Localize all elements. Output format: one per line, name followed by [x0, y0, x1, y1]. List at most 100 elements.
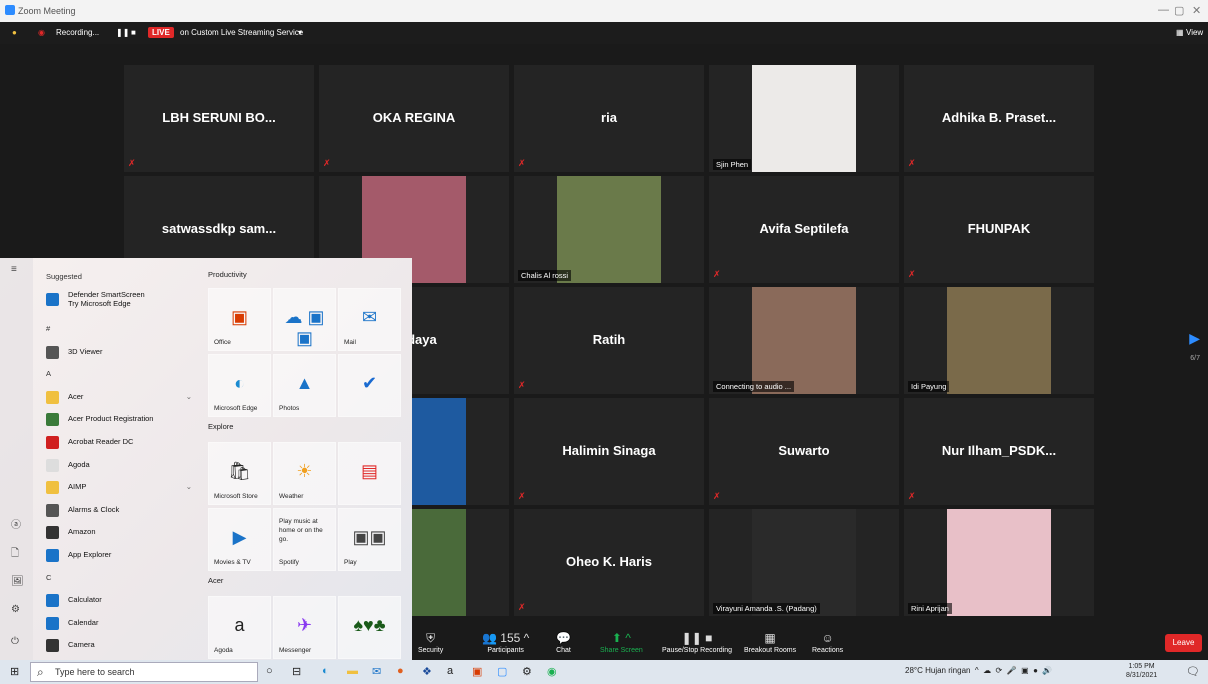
participant-name: OKA REGINA	[372, 110, 456, 125]
toolbar-pause-stop-recording-button[interactable]: ❚❚ ■ Pause/Stop Recording	[662, 631, 732, 654]
participant-tile[interactable]: LBH SERUNI BO... ✗	[124, 65, 314, 172]
participant-tile[interactable]: Chalis Al rossi	[514, 176, 704, 283]
chrome-icon[interactable]: ◉	[547, 665, 557, 678]
agoda-icon[interactable]: a	[447, 665, 453, 677]
start-app-item[interactable]: Agoda	[38, 454, 200, 477]
notification-icon[interactable]: 🗨	[1186, 665, 1200, 678]
participant-tile[interactable]: Connecting to audio ...	[709, 287, 899, 394]
dropbox-icon[interactable]: ❖	[422, 665, 432, 678]
start-tile[interactable]: ♠♥♣	[338, 596, 401, 659]
chevron-down-icon[interactable]: ⌄	[186, 476, 192, 499]
app-section-letter[interactable]: #	[38, 318, 200, 341]
view-grid-icon[interactable]: ▦	[1176, 28, 1184, 37]
participant-tile[interactable]: Avifa Septilefa ✗	[709, 176, 899, 283]
start-app-item[interactable]: AIMP ⌄	[38, 476, 200, 499]
start-tile[interactable]: ✈ Messenger	[273, 596, 336, 659]
settings-icon[interactable]: ⚙	[11, 604, 20, 615]
chevron-down-icon[interactable]: ▾	[298, 28, 302, 37]
start-app-item[interactable]: Calendar	[38, 612, 200, 635]
documents-icon[interactable]: 🗋	[11, 546, 19, 563]
shield-icon[interactable]: ●	[12, 28, 17, 37]
participant-tile[interactable]: OKA REGINA ✗	[319, 65, 509, 172]
firefox-icon[interactable]: ●	[397, 665, 404, 677]
mail-icon[interactable]: ✉	[372, 665, 381, 678]
chevron-down-icon[interactable]: ⌄	[186, 386, 192, 409]
edge-icon[interactable]: ◐	[322, 665, 329, 677]
participant-tile[interactable]: Idi Payung	[904, 287, 1094, 394]
view-button[interactable]: View	[1186, 28, 1203, 37]
leave-button[interactable]: Leave	[1165, 634, 1202, 652]
windows-start-icon[interactable]: ⊞	[10, 665, 19, 678]
app-section-letter[interactable]: C	[38, 567, 200, 590]
start-app-item[interactable]: Acer ⌄	[38, 386, 200, 409]
toolbar-breakout-rooms-button[interactable]: ▦ Breakout Rooms	[744, 631, 796, 654]
toolbar-security-button[interactable]: ⛨ Security	[418, 631, 443, 654]
toolbar-participants-button[interactable]: 👥 155 ^ Participants	[482, 631, 529, 654]
start-tile[interactable]: ☀ Weather	[273, 442, 336, 505]
start-tile[interactable]: ▶ Movies & TV	[208, 508, 271, 571]
participant-tile[interactable]: ria ✗	[514, 65, 704, 172]
start-app-item[interactable]: 3D Viewer	[38, 341, 200, 364]
start-tile[interactable]: ✉ Mail	[338, 288, 401, 351]
participant-tile[interactable]: Sjin Phen	[709, 65, 899, 172]
start-tile[interactable]: ◐ Microsoft Edge	[208, 354, 271, 417]
taskbar-search-input[interactable]: ⌕ Type here to search	[30, 662, 258, 682]
pictures-icon[interactable]: 🖼	[11, 576, 24, 587]
tile-icon: ☁ ▣ ▣	[284, 307, 325, 348]
toolbar-chat-button[interactable]: 💬 Chat	[556, 631, 571, 654]
participant-tile[interactable]: Nur Ilham_PSDK... ✗	[904, 398, 1094, 505]
participant-tile[interactable]: Virayuni Amanda .S. (Padang)	[709, 509, 899, 616]
file-explorer-icon[interactable]: ▬	[347, 665, 358, 677]
stop-recording-button[interactable]: ■	[131, 28, 136, 37]
zoom-icon[interactable]: ▢	[497, 665, 507, 678]
participant-tile[interactable]: Halimin Sinaga ✗	[514, 398, 704, 505]
start-app-item[interactable]: Acer Product Registration	[38, 408, 200, 431]
account-icon[interactable]: ⓐ	[11, 516, 21, 531]
participant-tile[interactable]: Adhika B. Praset... ✗	[904, 65, 1094, 172]
toolbar-share-screen-button[interactable]: ⬆ ^ Share Screen	[600, 631, 643, 654]
weather-tray[interactable]: 28°C Hujan ringan ^ ☁ ⟳ 🎤 ▣ ● 🔊	[905, 666, 1052, 675]
start-tile[interactable]: ▣ Office	[208, 288, 271, 351]
toolbar-reactions-button[interactable]: ☺ Reactions	[812, 631, 843, 654]
maximize-button[interactable]: ▢	[1174, 4, 1184, 17]
tile-label: Microsoft Edge	[214, 405, 258, 412]
office-icon[interactable]: ▣	[472, 665, 482, 678]
participant-tile[interactable]: Oheo K. Haris ✗	[514, 509, 704, 616]
start-tile[interactable]: Play music at home or on the go.●Spotify	[273, 508, 336, 571]
start-tile[interactable]: 🛍 Microsoft Store	[208, 442, 271, 505]
start-app-item[interactable]: App Explorer	[38, 544, 200, 567]
participant-tile[interactable]: Suwarto ✗	[709, 398, 899, 505]
start-app-item[interactable]: Alarms & Clock	[38, 499, 200, 522]
app-section-letter[interactable]: A	[38, 363, 200, 386]
start-app-item[interactable]: Camera	[38, 634, 200, 657]
task-view-icon[interactable]: ○	[266, 665, 273, 677]
minimize-button[interactable]: —	[1158, 4, 1169, 16]
start-tile[interactable]: ▤	[338, 442, 401, 505]
stream-service[interactable]: on Custom Live Streaming Service	[180, 28, 303, 37]
close-button[interactable]: ✕	[1192, 4, 1201, 17]
participant-tile[interactable]: Ratih ✗	[514, 287, 704, 394]
clock-date: 8/31/2021	[1126, 672, 1158, 679]
start-app-item[interactable]: Acrobat Reader DC	[38, 431, 200, 454]
tile-icon: ▣	[230, 307, 248, 327]
participant-name: Halimin Sinaga	[562, 443, 656, 458]
participant-tile[interactable]: FHUNPAK ✗	[904, 176, 1094, 283]
start-app-item[interactable]: Defender SmartScreen Try Microsoft Edge	[38, 288, 200, 318]
participant-video	[557, 176, 661, 283]
clock[interactable]: 1:05 PM 8/31/2021	[1126, 662, 1157, 680]
start-tile[interactable]: a Agoda	[208, 596, 271, 659]
power-icon[interactable]: ⏻	[11, 636, 19, 647]
start-tile[interactable]: ▲ Photos	[273, 354, 336, 417]
hamburger-menu-icon[interactable]: ≡	[11, 264, 17, 275]
participant-tile[interactable]: Rini Aprijan	[904, 509, 1094, 616]
settings-icon[interactable]: ⚙	[522, 665, 532, 678]
start-tile[interactable]: ☁ ▣ ▣	[273, 288, 336, 351]
next-page-arrow-icon[interactable]: ▶	[1189, 330, 1200, 347]
start-tile[interactable]: ▣▣ Play	[338, 508, 401, 571]
start-app-item[interactable]: Amazon	[38, 521, 200, 544]
start-app-item[interactable]: Calculator	[38, 589, 200, 612]
start-tile[interactable]: ✔	[338, 354, 401, 417]
widgets-icon[interactable]: ⊟	[292, 665, 301, 678]
muted-mic-icon: ✗	[518, 158, 526, 168]
pause-recording-button[interactable]: ❚❚	[116, 28, 129, 37]
